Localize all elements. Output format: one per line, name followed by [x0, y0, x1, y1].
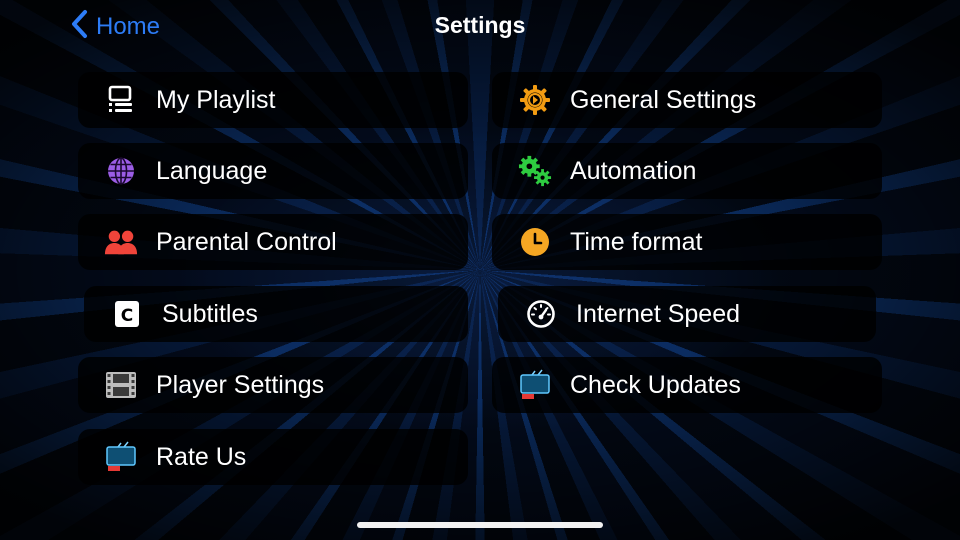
menu-label: Time format	[570, 227, 703, 256]
gear-icon	[518, 83, 552, 117]
menu-item-language[interactable]: Language	[78, 143, 468, 199]
gears-icon	[518, 154, 552, 188]
iptv-tv-icon	[104, 440, 138, 474]
menu-item-parental-control[interactable]: Parental Control	[78, 214, 468, 270]
menu-label: Language	[156, 156, 268, 185]
subtitles-c-icon: C	[110, 297, 144, 331]
menu-item-automation[interactable]: Automation	[492, 143, 882, 199]
clock-icon	[518, 225, 552, 259]
playlist-icon	[104, 83, 138, 117]
menu-label: Parental Control	[156, 227, 337, 256]
menu-item-general-settings[interactable]: General Settings	[492, 72, 882, 128]
globe-icon	[104, 154, 138, 188]
menu-label: Check Updates	[570, 370, 741, 399]
menu-item-player-settings[interactable]: Player Settings	[78, 357, 468, 413]
svg-text:C: C	[121, 306, 133, 326]
menu-label: General Settings	[570, 85, 757, 114]
users-icon	[104, 225, 138, 259]
menu-item-rate-us[interactable]: Rate Us	[78, 429, 468, 485]
home-indicator[interactable]	[357, 522, 603, 528]
iptv-tv-icon	[518, 368, 552, 402]
menu-item-internet-speed[interactable]: Internet Speed	[498, 286, 876, 342]
page-title: Settings	[434, 12, 526, 38]
menu-item-time-format[interactable]: Time format	[492, 214, 882, 270]
menu-item-subtitles[interactable]: C Subtitles	[84, 286, 468, 342]
menu-label: Internet Speed	[576, 299, 741, 328]
menu-label: Automation	[570, 156, 697, 185]
film-strip-icon	[104, 368, 138, 402]
speedometer-icon	[524, 297, 558, 331]
menu-label: Subtitles	[162, 299, 258, 328]
menu-label: Player Settings	[156, 370, 325, 399]
menu-item-my-playlist[interactable]: My Playlist	[78, 72, 468, 128]
menu-label: Rate Us	[156, 442, 247, 471]
menu-item-check-updates[interactable]: Check Updates	[492, 357, 882, 413]
menu-label: My Playlist	[156, 85, 276, 114]
